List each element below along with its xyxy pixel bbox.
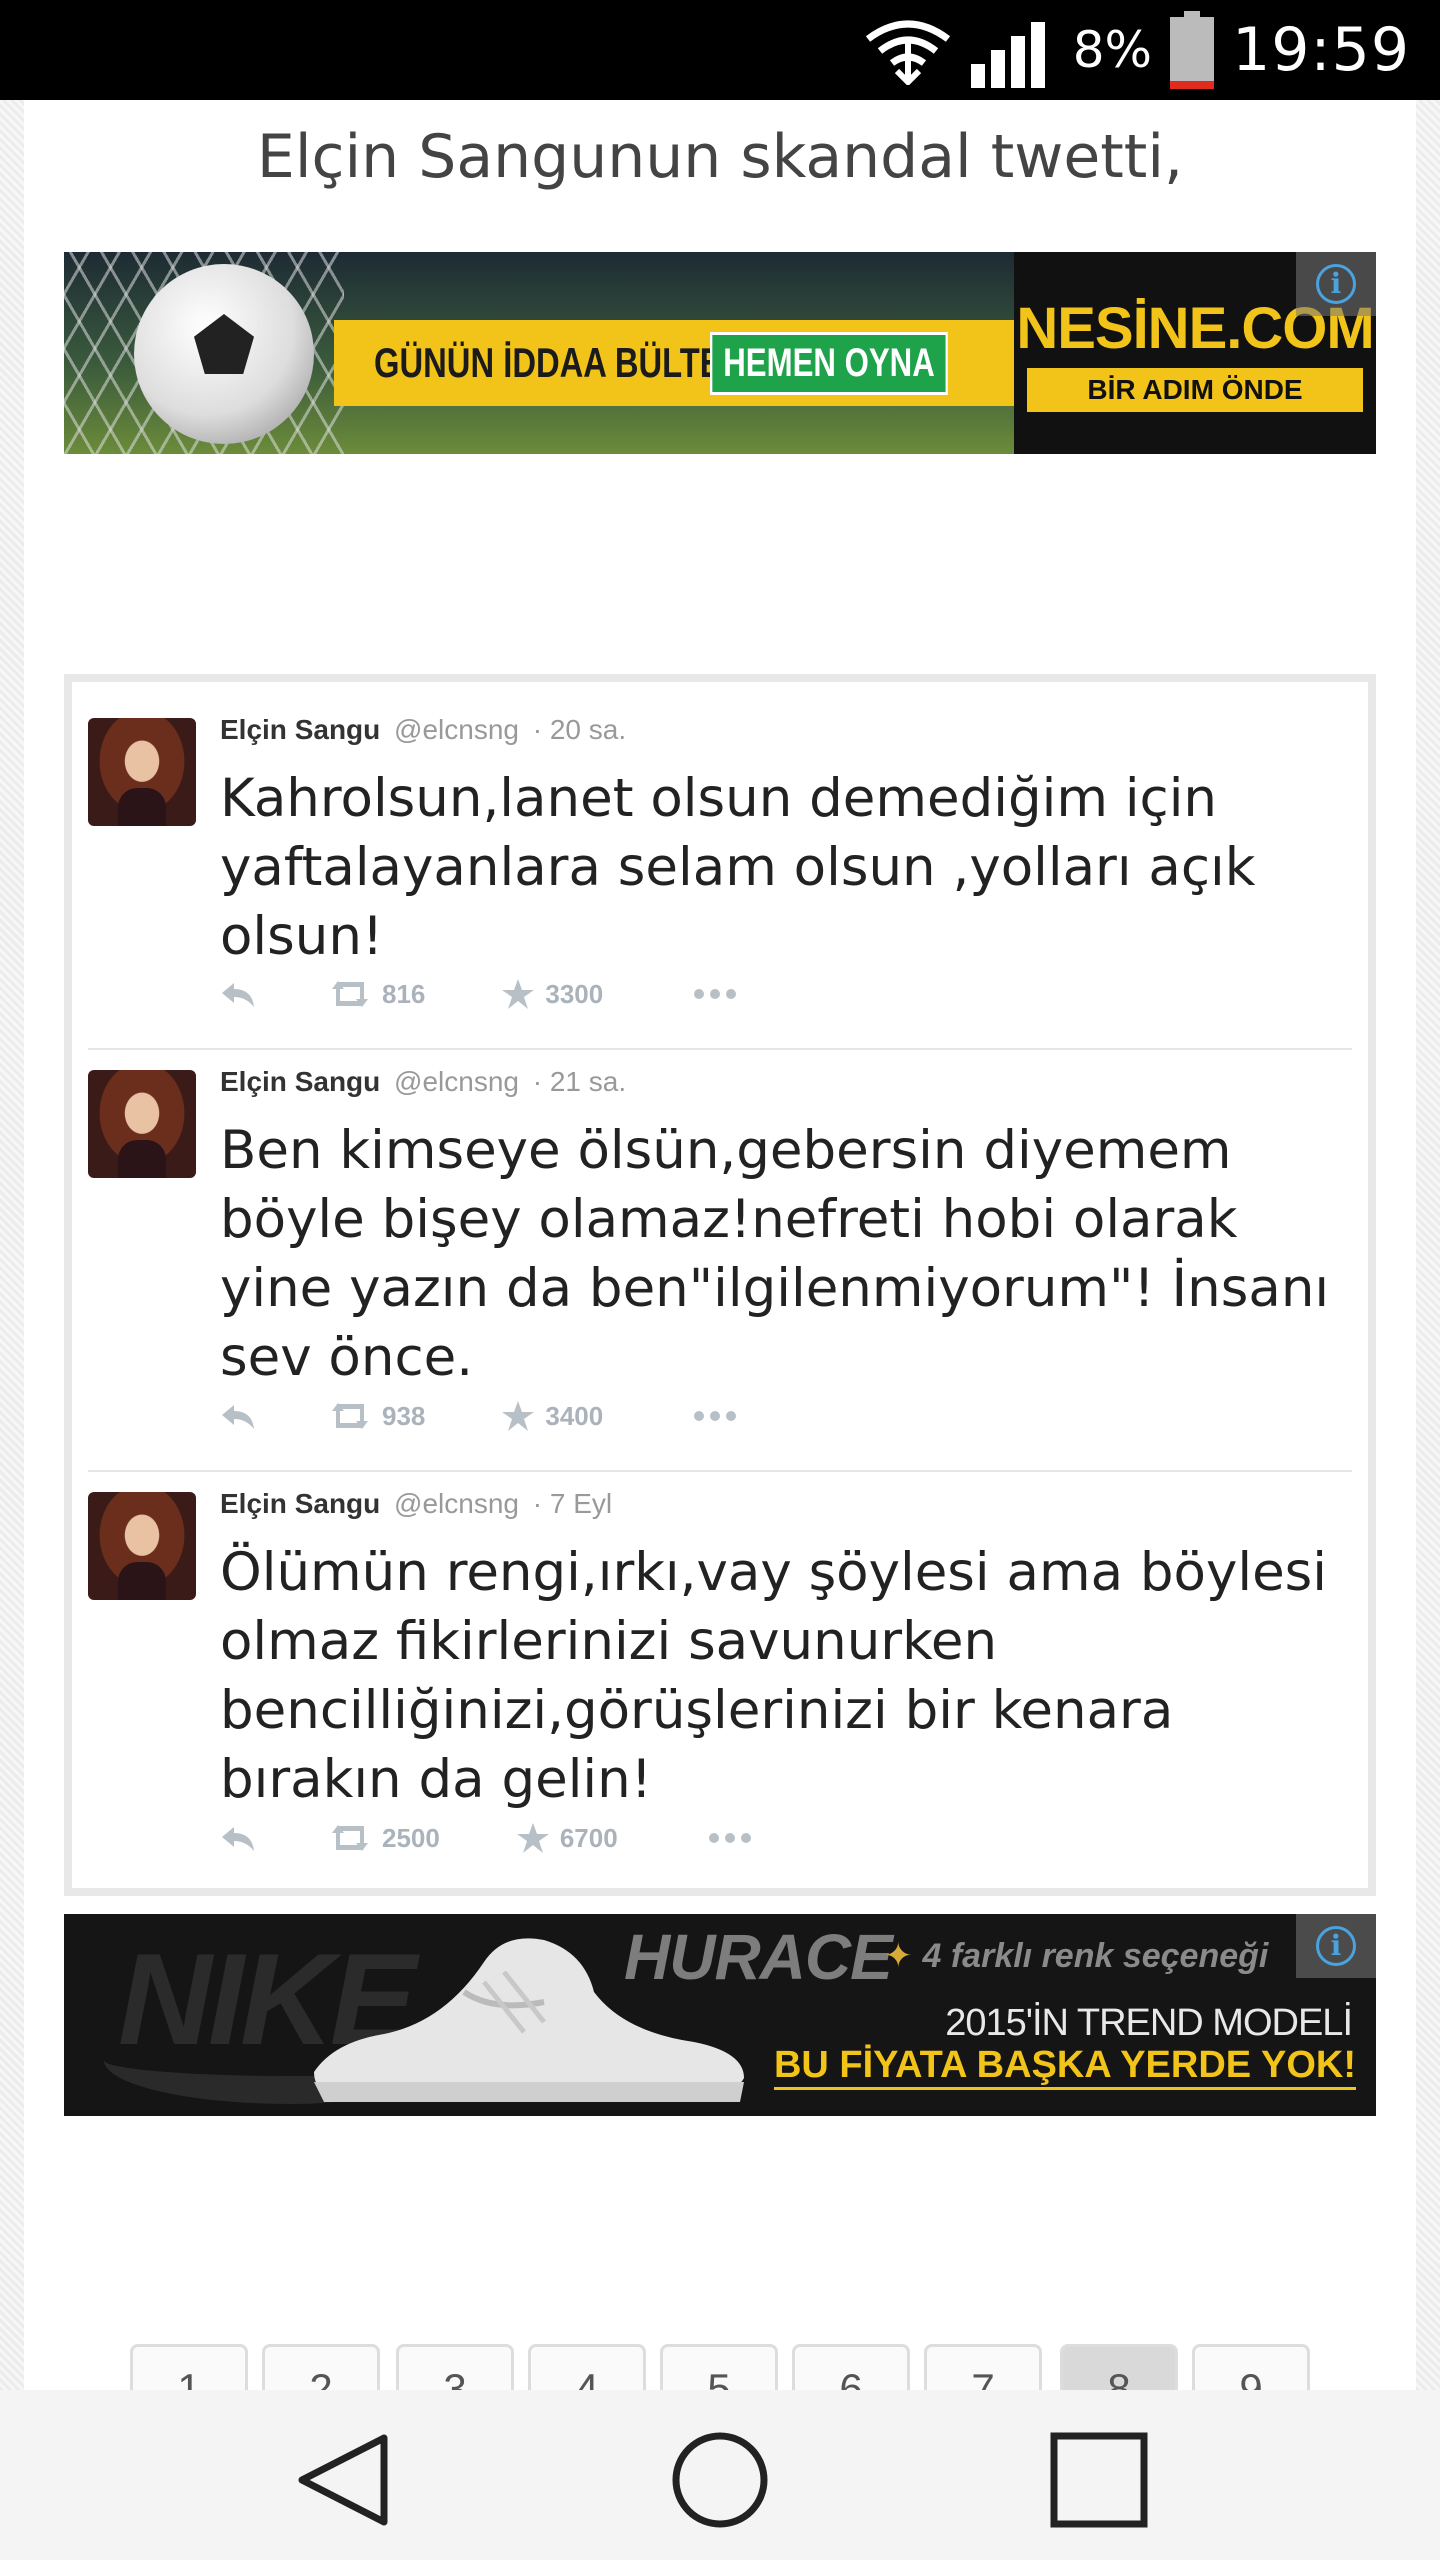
embedded-tweets: Elçin Sangu @elcnsng · 20 sa. Kahrolsun,…: [64, 674, 1376, 1896]
info-icon: i: [1316, 264, 1356, 304]
page-gutter-left: [0, 100, 24, 2390]
reply-button[interactable]: [220, 1823, 256, 1853]
home-circle-icon: [672, 2432, 768, 2528]
tweet-header: Elçin Sangu @elcnsng · 20 sa.: [220, 714, 626, 746]
tweet-header: Elçin Sangu @elcnsng · 7 Eyl: [220, 1488, 612, 1520]
like-button[interactable]: 3300: [501, 978, 603, 1010]
tweet-time[interactable]: · 7 Eyl: [533, 1488, 612, 1519]
more-button[interactable]: [708, 1832, 752, 1844]
more-dots-icon: [694, 1411, 737, 1421]
pagination: 1 2 3 4 5 6 7 8 9: [0, 2344, 1440, 2390]
tweet-actions: 2500 6700: [220, 1818, 752, 1858]
reply-icon: [222, 1405, 254, 1429]
retweet-count: 938: [382, 1400, 426, 1431]
banner-ad-bottom[interactable]: NIKE HURACE ✦ 4 farklı renk seçeneği 2015…: [64, 1914, 1376, 2116]
tweet-handle[interactable]: @elcnsng: [394, 714, 519, 745]
tweet-actions: 816 3300: [220, 974, 737, 1014]
ad-headline: GÜNÜN İDDAA BÜLTENİ: [374, 339, 755, 386]
more-dots-icon: [708, 1833, 751, 1843]
like-count: 6700: [559, 1822, 618, 1853]
home-button[interactable]: [666, 2432, 776, 2528]
page-button[interactable]: 6: [792, 2344, 910, 2390]
tweet-header: Elçin Sangu @elcnsng · 21 sa.: [220, 1066, 626, 1098]
tweet-handle[interactable]: @elcnsng: [394, 1066, 519, 1097]
ad-price-text: BU FİYATA BAŞKA YERDE YOK!: [773, 2044, 1356, 2090]
football-icon: [134, 264, 314, 444]
page-button[interactable]: 3: [396, 2344, 514, 2390]
retweet-button[interactable]: 816: [328, 979, 425, 1010]
clock: 19:59: [1232, 15, 1410, 85]
tweet-handle[interactable]: @elcnsng: [394, 1488, 519, 1519]
page-gutter-right: [1416, 100, 1440, 2390]
more-button[interactable]: [693, 1410, 737, 1422]
reply-icon: [222, 983, 254, 1007]
reply-button[interactable]: [220, 1401, 256, 1431]
page-button[interactable]: 5: [660, 2344, 778, 2390]
tweet-author[interactable]: Elçin Sangu: [220, 714, 380, 745]
retweet-button[interactable]: 2500: [328, 1823, 440, 1854]
avatar[interactable]: [88, 1492, 196, 1600]
tweet-author[interactable]: Elçin Sangu: [220, 1488, 380, 1519]
ad-cta-button[interactable]: HEMEN OYNA: [710, 331, 949, 395]
like-button[interactable]: 3400: [501, 1400, 603, 1432]
article-page[interactable]: Elçin Sangunun skandal twetti, GÜNÜN İDD…: [24, 100, 1416, 2390]
more-button[interactable]: [693, 988, 737, 1000]
retweet-icon: [332, 1403, 368, 1429]
tweet[interactable]: Elçin Sangu @elcnsng · 20 sa. Kahrolsun,…: [88, 698, 1352, 1050]
battery-icon: [1170, 11, 1215, 89]
wifi-icon: [863, 15, 953, 85]
page-button-current[interactable]: 8: [1060, 2344, 1178, 2390]
star-icon: [516, 1823, 549, 1853]
recents-square-icon: [1050, 2432, 1148, 2528]
retweet-button[interactable]: 938: [328, 1401, 425, 1432]
retweet-count: 2500: [382, 1822, 440, 1853]
ad-colors-text: ✦ 4 farklı renk seçeneği: [884, 1937, 1269, 1975]
like-count: 3400: [545, 1400, 604, 1431]
recents-button[interactable]: [1048, 2432, 1158, 2528]
tweet[interactable]: Elçin Sangu @elcnsng · 7 Eyl Ölümün reng…: [88, 1472, 1352, 1882]
page-button[interactable]: 7: [924, 2344, 1042, 2390]
signal-icon: [970, 12, 1055, 88]
reply-button[interactable]: [220, 979, 256, 1009]
article-title: Elçin Sangunun skandal twetti,: [256, 122, 1184, 192]
retweet-count: 816: [382, 978, 426, 1009]
page-button[interactable]: 2: [262, 2344, 380, 2390]
ad-strip: GÜNÜN İDDAA BÜLTENİ HEMEN OYNA: [334, 320, 1054, 406]
back-button[interactable]: [290, 2432, 400, 2528]
page-button[interactable]: 4: [528, 2344, 646, 2390]
banner-ad-top[interactable]: GÜNÜN İDDAA BÜLTENİ HEMEN OYNA NESİNE.CO…: [64, 252, 1376, 454]
ad-tagline: BİR ADIM ÖNDE: [1027, 367, 1363, 412]
tweet-text: Ben kimseye ölsün,gebersin diyemem böyle…: [220, 1120, 1330, 1388]
tweet-author[interactable]: Elçin Sangu: [220, 1066, 380, 1097]
battery-percent: 8%: [1072, 21, 1153, 79]
tweet-time[interactable]: · 20 sa.: [533, 714, 626, 745]
tweet-text: Kahrolsun,lanet olsun demediğim için yaf…: [220, 768, 1256, 967]
info-icon: i: [1316, 1926, 1356, 1966]
ad-model-name: HURACE: [624, 1921, 893, 1993]
ad-trend-text: 2015'İN TREND MODELİ: [945, 2002, 1353, 2044]
star-icon: [502, 979, 535, 1009]
retweet-icon: [332, 1825, 368, 1851]
ad-info-button[interactable]: i: [1296, 1914, 1376, 1978]
page-button[interactable]: 1: [130, 2344, 248, 2390]
tweet-text: Ölümün rengi,ırkı,vay şöylesi ama böyles…: [220, 1542, 1328, 1810]
system-nav-bar: [0, 2390, 1440, 2560]
tweet[interactable]: Elçin Sangu @elcnsng · 21 sa. Ben kimsey…: [88, 1050, 1352, 1472]
star-icon: [502, 1401, 535, 1431]
tweet-actions: 938 3400: [220, 1396, 737, 1436]
avatar[interactable]: [88, 718, 196, 826]
like-button[interactable]: 6700: [516, 1822, 618, 1854]
more-dots-icon: [694, 989, 737, 999]
page-button[interactable]: 9: [1192, 2344, 1310, 2390]
retweet-icon: [332, 981, 368, 1007]
avatar[interactable]: [88, 1070, 196, 1178]
ad-info-button[interactable]: i: [1296, 252, 1376, 316]
reply-icon: [222, 1827, 254, 1851]
like-count: 3300: [545, 978, 604, 1009]
back-triangle-icon: [298, 2434, 388, 2526]
tweet-time[interactable]: · 21 sa.: [533, 1066, 626, 1097]
status-bar: 8% 19:59: [0, 0, 1440, 100]
